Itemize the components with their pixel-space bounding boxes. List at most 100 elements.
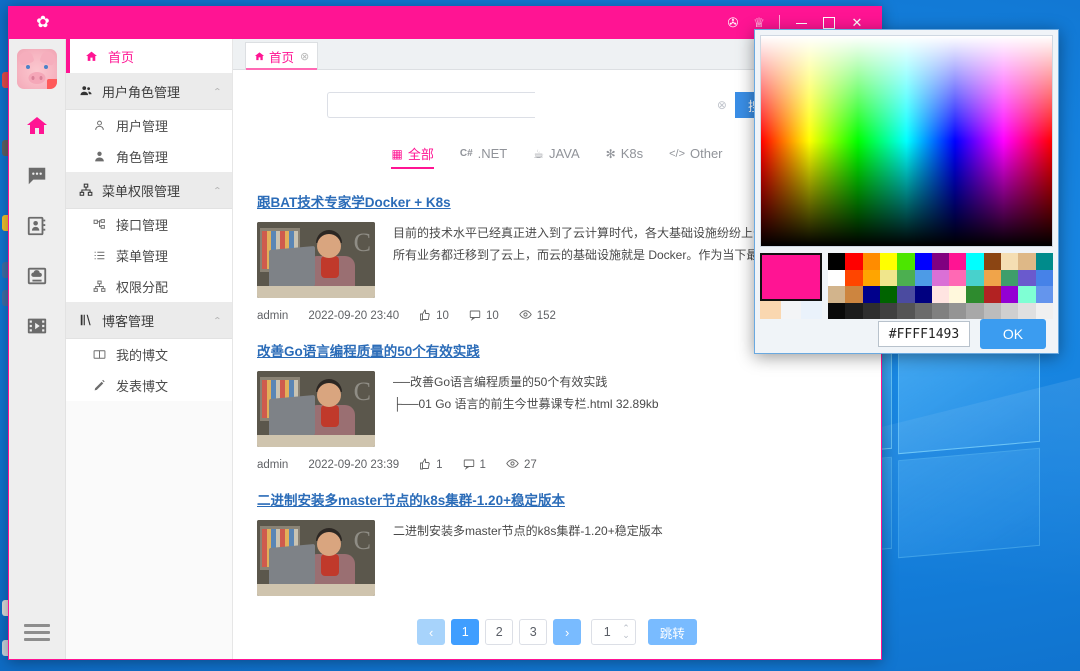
palette-swatch[interactable] (931, 253, 950, 270)
palette-swatch[interactable] (1018, 302, 1036, 319)
palette-swatch[interactable] (897, 253, 915, 270)
recent-swatch[interactable] (760, 301, 781, 319)
video-icon[interactable] (14, 303, 60, 349)
sidebar-item-api-management[interactable]: 接口管理 (66, 209, 232, 240)
palette-swatch[interactable] (879, 269, 898, 286)
palette-swatch[interactable] (949, 253, 967, 270)
pagination-next[interactable]: › (553, 619, 582, 645)
close-icon[interactable]: ⊗ (300, 50, 309, 63)
home-icon[interactable] (14, 103, 60, 149)
category-tab-all[interactable]: ▦ 全部 (391, 144, 435, 169)
cloud-icon[interactable] (14, 253, 60, 299)
hex-value-input[interactable] (878, 321, 970, 347)
recent-swatch[interactable] (801, 301, 823, 319)
sidebar-group-menu-permission[interactable]: 菜单权限管理 ⌃ (66, 172, 232, 209)
palette-swatch[interactable] (1018, 253, 1036, 270)
recent-swatch[interactable] (780, 301, 802, 319)
article-title[interactable]: 跟BAT技术专家学Docker + K8s (257, 191, 451, 211)
avatar[interactable] (17, 49, 57, 89)
palette-swatch[interactable] (914, 286, 932, 303)
category-tab-java[interactable]: ☕ JAVA (533, 144, 579, 169)
sidebar-item-new-post[interactable]: 发表博文 (66, 370, 232, 401)
tab-home[interactable]: 首页 ⊗ (245, 42, 319, 70)
palette-swatch[interactable] (949, 302, 967, 319)
palette-swatch[interactable] (828, 286, 846, 303)
palette-swatch[interactable] (1035, 269, 1053, 286)
sidebar-item-home[interactable]: 首页 (66, 39, 232, 73)
contacts-icon[interactable] (14, 203, 60, 249)
palette-swatch[interactable] (914, 269, 932, 286)
sidebar-item-permission-assign[interactable]: 权限分配 (66, 271, 232, 302)
search-input[interactable] (327, 92, 535, 118)
palette-swatch[interactable] (897, 269, 915, 286)
palette-swatch[interactable] (914, 302, 932, 319)
palette-swatch[interactable] (983, 286, 1002, 303)
chevron-down-icon[interactable]: ⌄ (622, 631, 630, 640)
article-thumbnail[interactable]: C (257, 371, 375, 447)
current-color-swatch[interactable] (760, 253, 822, 301)
pagination-page-2[interactable]: 2 (485, 619, 514, 645)
palette-swatch[interactable] (1035, 302, 1053, 319)
palette-swatch[interactable] (1001, 286, 1019, 303)
chat-icon[interactable] (14, 153, 60, 199)
palette-swatch[interactable] (879, 302, 898, 319)
palette-swatch[interactable] (845, 302, 863, 319)
palette-swatch[interactable] (862, 286, 880, 303)
palette-swatch[interactable] (1001, 253, 1019, 270)
palette-swatch[interactable] (845, 286, 863, 303)
palette-swatch[interactable] (1018, 269, 1036, 286)
palette-swatch[interactable] (845, 269, 863, 286)
palette-swatch[interactable] (862, 269, 880, 286)
palette-swatch[interactable] (1035, 253, 1053, 270)
palette-swatch[interactable] (1035, 286, 1053, 303)
palette-swatch[interactable] (949, 269, 967, 286)
hamburger-menu-icon[interactable] (24, 620, 50, 645)
pagination-prev[interactable]: ‹ (417, 619, 446, 645)
article-title[interactable]: 改善Go语言编程质量的50个有效实践 (257, 340, 480, 360)
palette-swatch[interactable] (897, 302, 915, 319)
palette-swatch[interactable] (828, 269, 846, 286)
article-thumbnail[interactable]: C (257, 520, 375, 596)
palette-swatch[interactable] (897, 286, 915, 303)
clear-icon[interactable]: ⊗ (717, 98, 727, 112)
category-tab-other[interactable]: </> Other (669, 144, 722, 169)
sidebar-group-blog[interactable]: 博客管理 ⌃ (66, 302, 232, 339)
palette-swatch[interactable] (983, 302, 1002, 319)
palette-swatch[interactable] (914, 253, 932, 270)
article-thumbnail[interactable]: C (257, 222, 375, 298)
sidebar-group-user-role[interactable]: 用户角色管理 ⌃ (66, 73, 232, 110)
palette-swatch[interactable] (862, 253, 880, 270)
category-tab-dotnet[interactable]: C# .NET (460, 144, 507, 169)
pagination-page-1[interactable]: 1 (451, 619, 480, 645)
sidebar-item-role-management[interactable]: 角色管理 (66, 141, 232, 172)
sidebar-item-user-management[interactable]: 用户管理 (66, 110, 232, 141)
article-title[interactable]: 二进制安装多master节点的k8s集群-1.20+稳定版本 (257, 489, 565, 509)
palette-swatch[interactable] (966, 253, 984, 270)
palette-swatch[interactable] (966, 286, 984, 303)
pin-icon[interactable]: ✇ (720, 8, 746, 38)
palette-swatch[interactable] (879, 253, 898, 270)
palette-swatch[interactable] (1001, 269, 1019, 286)
pagination-go-button[interactable]: 跳转 (647, 619, 697, 645)
palette-swatch[interactable] (983, 253, 1002, 270)
palette-swatch[interactable] (931, 286, 950, 303)
pagination-stepper[interactable]: ⌃ ⌄ (622, 624, 630, 640)
palette-swatch[interactable] (983, 269, 1002, 286)
color-palette-grid[interactable] (828, 253, 1053, 319)
palette-swatch[interactable] (966, 302, 984, 319)
color-gradient-field[interactable] (760, 35, 1053, 247)
sidebar-item-my-posts[interactable]: 我的博文 (66, 339, 232, 370)
pagination-jump-input[interactable] (592, 619, 623, 645)
palette-swatch[interactable] (949, 286, 967, 303)
palette-swatch[interactable] (845, 253, 863, 270)
ok-button[interactable]: OK (980, 319, 1046, 349)
palette-swatch[interactable] (966, 269, 984, 286)
category-tab-k8s[interactable]: ✻ K8s (606, 144, 643, 169)
palette-swatch[interactable] (862, 302, 880, 319)
palette-swatch[interactable] (931, 302, 950, 319)
window-titlebar[interactable]: ✿ ✇ ♕ ✕ (9, 7, 881, 39)
sidebar-item-menu-management[interactable]: 菜单管理 (66, 240, 232, 271)
palette-swatch[interactable] (828, 253, 846, 270)
palette-swatch[interactable] (1001, 302, 1019, 319)
palette-swatch[interactable] (1018, 286, 1036, 303)
